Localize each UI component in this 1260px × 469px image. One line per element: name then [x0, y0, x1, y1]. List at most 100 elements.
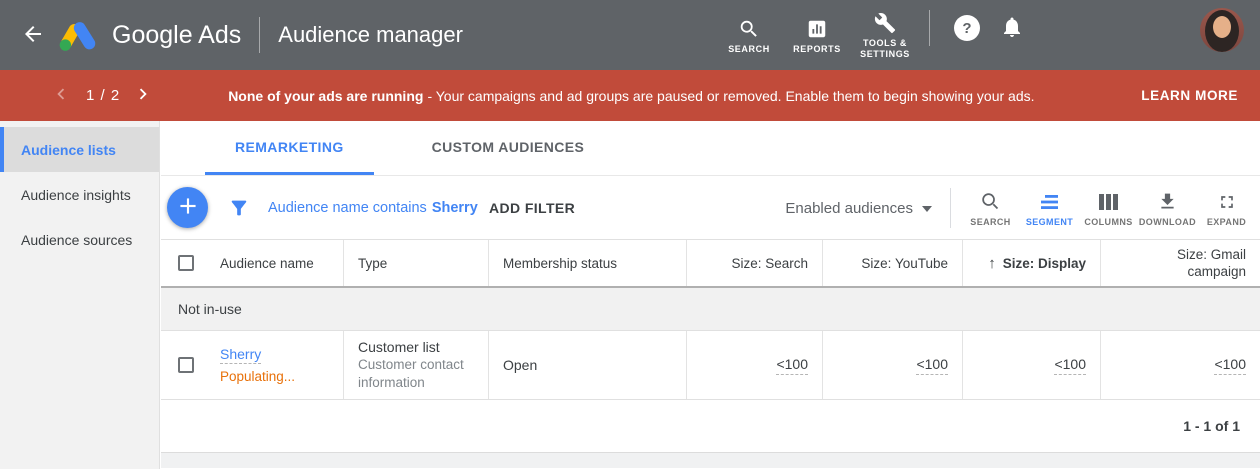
sidebar-item-audience-lists[interactable]: Audience lists: [0, 127, 159, 172]
reports-icon: [806, 16, 828, 40]
footer-strip: [161, 453, 1260, 468]
chevron-down-icon: [922, 206, 932, 212]
expand-icon: [1217, 190, 1237, 212]
table-search-button[interactable]: SEARCH: [961, 190, 1020, 227]
user-avatar[interactable]: [1200, 8, 1244, 52]
app-bar: Google Ads Audience manager SEARCH REPOR…: [0, 0, 1260, 70]
help-button[interactable]: [954, 15, 980, 41]
page-title: Audience manager: [278, 22, 463, 48]
nav-reports-button[interactable]: REPORTS: [786, 16, 848, 55]
column-label: Audience name: [220, 256, 314, 271]
filter-funnel-icon[interactable]: [228, 197, 250, 222]
group-label: Not in-use: [178, 301, 242, 317]
sidebar: Audience lists Audience insights Audienc…: [0, 121, 160, 469]
columns-label: COLUMNS: [1084, 217, 1132, 227]
column-label: Size: Search: [731, 256, 808, 271]
banner-prev-button[interactable]: [48, 83, 74, 109]
search-icon: [738, 16, 760, 40]
learn-more-button[interactable]: LEARN MORE: [1135, 87, 1244, 104]
tab-remarketing[interactable]: REMARKETING: [205, 121, 374, 175]
back-arrow-icon: [21, 22, 45, 49]
cell-audience-name: Sherry Populating...: [161, 331, 343, 399]
app-bar-actions: SEARCH REPORTS TOOLS & SETTINGS: [715, 0, 1260, 70]
type-block: Customer list Customer contact informati…: [358, 338, 474, 392]
cell-size-display: <100: [962, 331, 1100, 399]
google-ads-logo-icon: [58, 17, 100, 53]
size-youtube-value[interactable]: <100: [916, 356, 948, 375]
bell-icon: [1000, 15, 1024, 42]
column-label: Size: Gmail campaign: [1146, 246, 1246, 280]
banner-message-title: None of your ads are running: [228, 88, 423, 104]
segment-button[interactable]: SEGMENT: [1020, 190, 1079, 227]
help-icon: [954, 15, 980, 41]
column-label: Size: YouTube: [861, 256, 948, 271]
column-label: Type: [358, 256, 387, 271]
row-checkbox[interactable]: [178, 357, 194, 373]
nav-search-button[interactable]: SEARCH: [718, 16, 780, 55]
audience-view-dropdown[interactable]: Enabled audiences: [785, 200, 932, 217]
audience-name-block: Sherry Populating...: [220, 346, 295, 384]
header-size-youtube[interactable]: Size: YouTube: [822, 240, 962, 286]
product-name: Google Ads: [112, 21, 241, 50]
cell-type: Customer list Customer contact informati…: [343, 331, 488, 399]
select-all-checkbox[interactable]: [178, 255, 194, 271]
back-button[interactable]: [18, 20, 48, 50]
nav-search-label: SEARCH: [728, 44, 770, 55]
filter-chip-value: Sherry: [432, 200, 478, 216]
expand-button[interactable]: EXPAND: [1197, 190, 1256, 227]
segment-icon: [1039, 190, 1061, 212]
audience-name-link[interactable]: Sherry: [220, 346, 261, 364]
toolbar-divider: [950, 188, 951, 228]
type-detail: Customer contact information: [358, 356, 474, 392]
header-size-gmail-campaign[interactable]: Size: Gmail campaign: [1100, 240, 1260, 286]
header-type: Type: [343, 240, 488, 286]
plus-icon: [175, 193, 201, 222]
notifications-button[interactable]: [1000, 15, 1024, 42]
google-ads-audience-manager: Google Ads Audience manager SEARCH REPOR…: [0, 0, 1260, 469]
tab-bar: REMARKETING CUSTOM AUDIENCES: [161, 121, 1260, 176]
banner-next-button[interactable]: [130, 83, 156, 109]
header-size-search[interactable]: Size: Search: [686, 240, 822, 286]
sidebar-item-audience-insights[interactable]: Audience insights: [0, 172, 159, 217]
size-gmail-value[interactable]: <100: [1214, 356, 1246, 375]
populating-status: Populating...: [220, 369, 295, 384]
active-filter-chip[interactable]: Audience name contains Sherry: [268, 176, 478, 240]
add-filter-button[interactable]: ADD FILTER: [489, 176, 575, 240]
group-row-not-in-use: Not in-use: [161, 288, 1260, 331]
banner-page-indicator: 1 / 2: [86, 87, 120, 104]
banner-message: None of your ads are running- Your campa…: [228, 88, 1034, 104]
download-button[interactable]: DOWNLOAD: [1138, 190, 1197, 227]
size-search-value[interactable]: <100: [776, 356, 808, 375]
cell-size-gmail: <100: [1100, 331, 1260, 399]
pagination-row: 1 - 1 of 1: [161, 400, 1260, 453]
segment-label: SEGMENT: [1026, 217, 1073, 227]
alert-banner: 1 / 2 None of your ads are running- Your…: [0, 70, 1260, 121]
cell-size-search: <100: [686, 331, 822, 399]
table-search-label: SEARCH: [970, 217, 1010, 227]
nav-reports-label: REPORTS: [793, 44, 841, 55]
header-membership-status: Membership status: [488, 240, 686, 286]
main-content: REMARKETING CUSTOM AUDIENCES Audience na…: [161, 121, 1260, 469]
audience-view-dropdown-value: Enabled audiences: [785, 200, 913, 217]
title-divider: [259, 17, 260, 53]
cell-membership-status: Open: [488, 331, 686, 399]
create-audience-button[interactable]: [167, 187, 208, 228]
cell-size-youtube: <100: [822, 331, 962, 399]
column-label: Size: Display: [1003, 256, 1086, 271]
tab-custom-audiences[interactable]: CUSTOM AUDIENCES: [402, 121, 615, 175]
filter-chip-prefix: Audience name contains: [268, 200, 427, 216]
nav-tools-settings-button[interactable]: TOOLS & SETTINGS: [854, 10, 916, 60]
toolbar-right-actions: Enabled audiences SEARCH SEGMENT: [785, 176, 1256, 240]
table-row: Sherry Populating... Customer list Custo…: [161, 331, 1260, 400]
pagination-text: 1 - 1 of 1: [1183, 418, 1240, 434]
type-value: Customer list: [358, 338, 474, 356]
app-bar-divider: [929, 10, 930, 46]
sidebar-item-label: Audience lists: [21, 142, 116, 158]
size-display-value[interactable]: <100: [1054, 356, 1086, 375]
download-icon: [1157, 190, 1178, 212]
sidebar-item-audience-sources[interactable]: Audience sources: [0, 217, 159, 262]
header-size-display-sorted[interactable]: ↑ Size: Display: [962, 240, 1100, 286]
banner-message-body: - Your campaigns and ad groups are pause…: [427, 88, 1034, 104]
chevron-left-icon: [50, 83, 72, 108]
columns-button[interactable]: COLUMNS: [1079, 190, 1138, 227]
